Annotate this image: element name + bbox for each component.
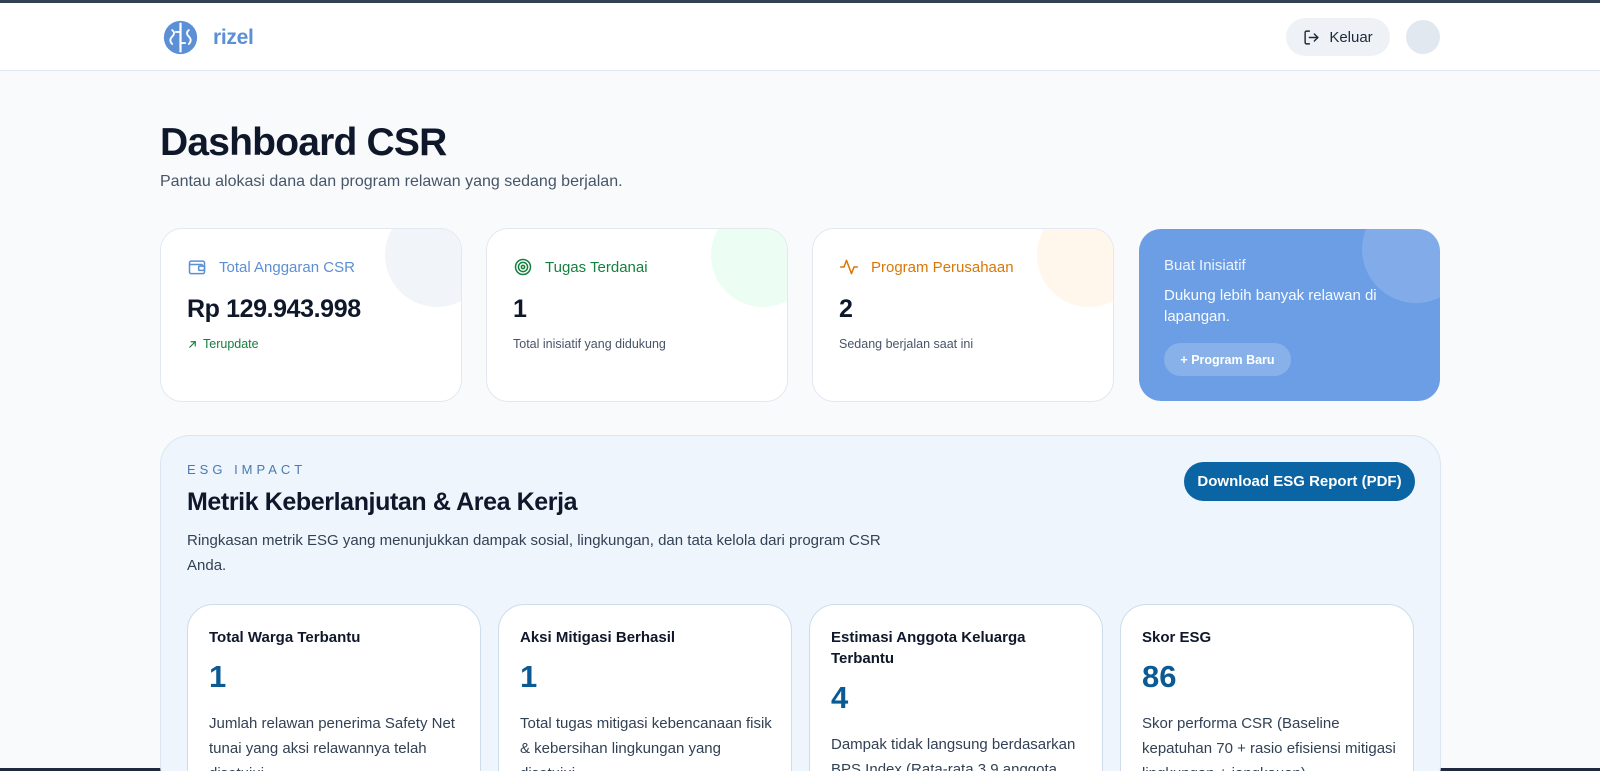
- esg-impact-panel: ESG IMPACT Metrik Keberlanjutan & Area K…: [160, 435, 1441, 771]
- logout-label: Keluar: [1329, 28, 1373, 46]
- esg-description: Ringkasan metrik ESG yang menunjukkan da…: [187, 532, 881, 574]
- metric-value: 1: [209, 659, 227, 694]
- new-program-button[interactable]: + Program Baru: [1164, 343, 1291, 376]
- metric-description: Dampak tidak langsung berdasarkan BPS In…: [831, 736, 1076, 771]
- stat-note: Terupdate: [187, 337, 259, 351]
- wallet-icon: [188, 260, 206, 275]
- stat-card-funded-tasks: Tugas Terdanai 1 Total inisiatif yang di…: [486, 228, 788, 402]
- stat-header: Total Anggaran CSR: [187, 257, 355, 277]
- stat-value: Rp 129.943.998: [187, 295, 361, 323]
- stat-card-total-budget: Total Anggaran CSR Rp 129.943.998 Terupd…: [160, 228, 462, 402]
- top-navbar: rizel Keluar: [0, 3, 1600, 71]
- stat-label: Tugas Terdanai: [545, 258, 648, 276]
- stat-header: Tugas Terdanai: [513, 257, 648, 277]
- metric-label: Total Warga Terbantu: [209, 629, 361, 646]
- metric-card-citizens-helped: Total Warga Terbantu 1 Jumlah relawan pe…: [187, 604, 481, 771]
- metric-card-family-members: Estimasi Anggota Keluarga Terbantu 4 Dam…: [809, 604, 1103, 771]
- stat-note: Sedang berjalan saat ini: [839, 337, 974, 351]
- metric-card-mitigation-actions: Aksi Mitigasi Berhasil 1 Total tugas mit…: [498, 604, 792, 771]
- metric-description: Skor performa CSR (Baseline kepatuhan 70…: [1142, 715, 1396, 771]
- cta-text: Dukung lebih banyak relawan di lapangan.: [1164, 287, 1377, 325]
- stat-note-text: Terupdate: [203, 337, 259, 351]
- metric-value: 1: [520, 659, 538, 694]
- metric-label: Estimasi Anggota Keluarga Terbantu: [831, 629, 1026, 667]
- metric-value: 4: [831, 680, 849, 715]
- stat-label: Program Perusahaan: [871, 258, 1014, 276]
- esg-title: Metrik Keberlanjutan & Area Kerja: [187, 488, 578, 516]
- brain-logo-icon: [163, 20, 198, 55]
- cta-title: Buat Inisiatif: [1164, 257, 1246, 274]
- user-avatar[interactable]: [1406, 20, 1440, 54]
- stat-card-company-programs: Program Perusahaan 2 Sedang berjalan saa…: [812, 228, 1114, 402]
- metric-card-esg-score: Skor ESG 86 Skor performa CSR (Baseline …: [1120, 604, 1414, 771]
- stat-header: Program Perusahaan: [839, 257, 1014, 277]
- metric-label: Skor ESG: [1142, 629, 1212, 646]
- decorative-circle: [711, 229, 787, 307]
- brand-name: rizel: [213, 25, 254, 49]
- stat-label: Total Anggaran CSR: [219, 258, 355, 276]
- arrow-up-right-icon: [189, 340, 196, 348]
- page-subtitle: Pantau alokasi dana dan program relawan …: [160, 173, 623, 190]
- activity-icon: [839, 259, 859, 275]
- esg-eyebrow: ESG IMPACT: [187, 462, 307, 477]
- brand-logo[interactable]: rizel: [162, 19, 254, 56]
- page-title: Dashboard CSR: [160, 121, 447, 164]
- metric-value: 86: [1142, 659, 1177, 694]
- target-icon: [514, 258, 532, 276]
- stat-value: 2: [839, 295, 853, 323]
- stat-value: 1: [513, 295, 527, 323]
- download-esg-report-button[interactable]: Download ESG Report (PDF): [1184, 462, 1415, 501]
- decorative-circle: [1037, 229, 1113, 307]
- metric-label: Aksi Mitigasi Berhasil: [520, 629, 676, 646]
- logout-icon: [1304, 29, 1319, 45]
- metric-description: Total tugas mitigasi kebencanaan fisik &…: [520, 715, 772, 771]
- metric-description: Jumlah relawan penerima Safety Net tunai…: [209, 715, 455, 771]
- logout-button[interactable]: Keluar: [1286, 18, 1390, 56]
- create-initiative-card: Buat Inisiatif Dukung lebih banyak relaw…: [1139, 229, 1440, 401]
- decorative-circle: [385, 229, 461, 307]
- stat-note: Total inisiatif yang didukung: [513, 337, 666, 351]
